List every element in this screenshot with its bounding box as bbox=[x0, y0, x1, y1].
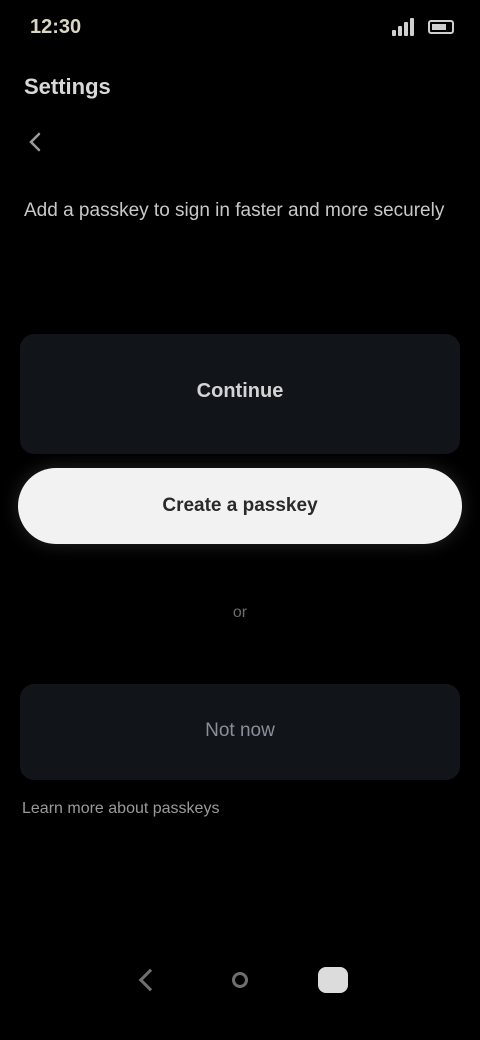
back-arrow-icon[interactable] bbox=[24, 130, 48, 154]
signal-icon bbox=[392, 18, 414, 36]
continue-label: Continue bbox=[196, 380, 284, 402]
not-now-label: Not now bbox=[205, 720, 275, 741]
screen: 12:30 Settings Add a passkey to sign in … bbox=[0, 0, 480, 1040]
or-separator: or bbox=[232, 604, 248, 621]
navigation-bar bbox=[100, 942, 380, 1018]
nav-back-button[interactable] bbox=[119, 952, 175, 1008]
status-time: 12:30 bbox=[30, 16, 82, 38]
nav-recents-button[interactable] bbox=[305, 952, 361, 1008]
battery-icon bbox=[428, 20, 454, 34]
page-title: Settings bbox=[24, 74, 111, 99]
square-icon bbox=[318, 967, 349, 993]
page-description: Add a passkey to sign in faster and more… bbox=[24, 200, 445, 221]
circle-icon bbox=[231, 972, 248, 988]
nav-home-button[interactable] bbox=[212, 952, 268, 1008]
continue-card[interactable]: Continue bbox=[20, 334, 460, 454]
not-now-card[interactable]: Not now bbox=[20, 684, 460, 780]
learn-more-link[interactable]: Learn more about passkeys bbox=[22, 800, 219, 818]
status-bar: 12:30 bbox=[0, 0, 480, 56]
create-passkey-button[interactable]: Create a passkey bbox=[18, 468, 462, 544]
chevron-left-icon bbox=[138, 968, 161, 992]
status-icons bbox=[392, 18, 454, 36]
